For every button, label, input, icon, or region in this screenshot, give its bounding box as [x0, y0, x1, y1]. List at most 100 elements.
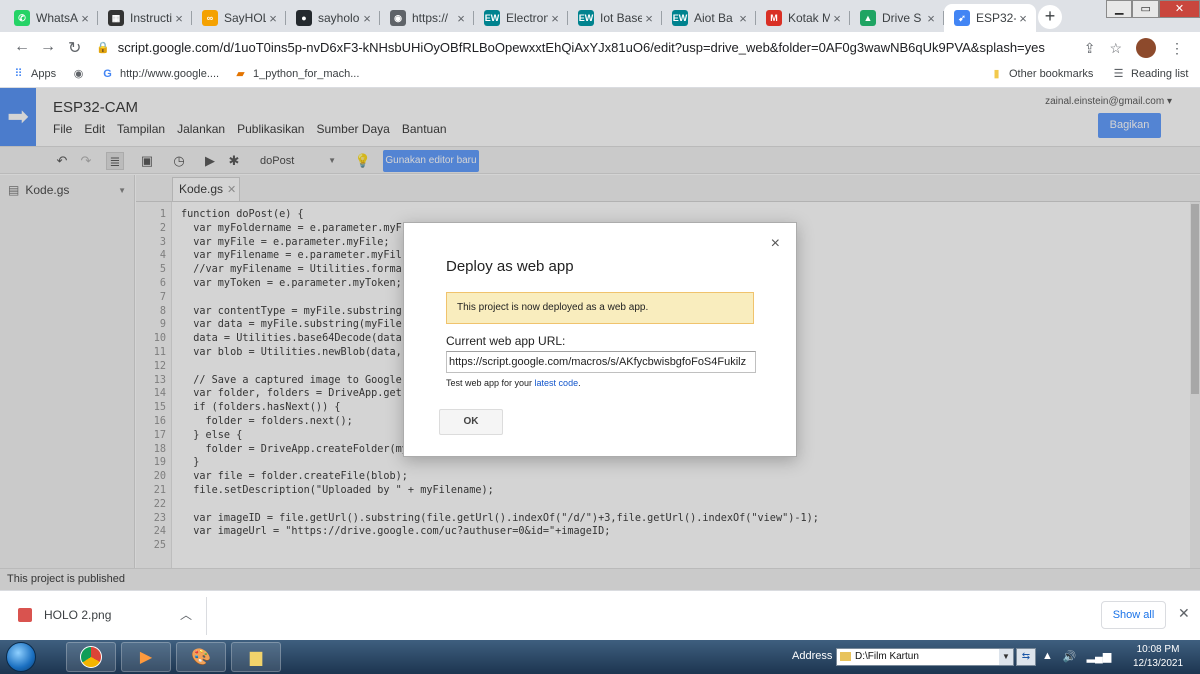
network-icon[interactable]: ▂▄▆ — [1087, 650, 1112, 663]
system-clock[interactable]: 10:08 PM 12/13/2021 — [1128, 643, 1188, 671]
browser-tab[interactable]: ✆ WhatsA × — [4, 4, 98, 32]
tab-title: Instructi — [130, 11, 172, 25]
new-tab-button[interactable]: + — [1038, 5, 1062, 29]
tab-close-icon[interactable]: × — [1016, 11, 1030, 26]
bookmark-python[interactable]: ▰ 1_python_for_mach... — [234, 67, 359, 81]
tab-close-icon[interactable]: × — [172, 11, 186, 26]
paint-taskbar-icon[interactable]: 🎨 — [176, 642, 226, 672]
bookmark-globe[interactable]: ◉ — [72, 67, 91, 80]
bookmark-folder-icon: ▰ — [236, 68, 245, 80]
browser-tab[interactable]: M Kotak M × — [756, 4, 850, 32]
address-toolbar-label: Address — [792, 650, 833, 662]
reading-list-icon: ☰ — [1113, 68, 1124, 80]
help-suffix: . — [578, 378, 581, 388]
apps-script-icon: ➹ — [954, 10, 970, 26]
tab-title: Drive S — [882, 11, 922, 25]
tab-close-icon[interactable]: × — [78, 11, 92, 26]
gmail-icon: M — [766, 10, 782, 26]
browser-tab[interactable]: ● sayholo × — [286, 4, 380, 32]
tray-expand-icon[interactable]: ▲ — [1042, 650, 1053, 663]
back-icon[interactable]: ← — [14, 38, 30, 56]
browser-tab[interactable]: ▦ Instructi × — [98, 4, 192, 32]
bookmark-label: Other bookmarks — [1009, 67, 1094, 80]
tab-title: Kotak M — [788, 11, 830, 25]
ew-icon: EW — [484, 10, 500, 26]
download-item[interactable]: HOLO 2.png — [18, 608, 111, 622]
download-bar: HOLO 2.png ︿ Show all ✕ — [0, 590, 1200, 640]
ew-icon: EW — [672, 10, 688, 26]
volume-icon[interactable]: 🔊 — [1063, 650, 1077, 663]
browser-tab[interactable]: ▲ Drive S × — [850, 4, 944, 32]
address-toolbar-field[interactable]: D:\Film Kartun ▼ — [836, 648, 1014, 666]
web-app-url-field[interactable]: https://script.google.com/macros/s/AKfyc… — [446, 351, 756, 373]
tab-close-icon[interactable]: × — [830, 11, 844, 26]
clock-time: 10:08 PM — [1136, 644, 1180, 655]
latest-code-link[interactable]: latest code — [535, 378, 579, 388]
reading-list[interactable]: ☰ Reading list — [1112, 67, 1189, 81]
browser-tab[interactable]: ◉ https:// × — [380, 4, 474, 32]
tab-title: Electron — [506, 11, 548, 25]
bookmark-label: Apps — [31, 67, 57, 80]
explorer-taskbar-icon[interactable]: ▆ — [231, 642, 281, 672]
browser-tab[interactable]: ∞ SayHOL × — [192, 4, 286, 32]
url-label: Current web app URL: — [446, 334, 566, 348]
tab-close-icon[interactable]: × — [736, 11, 750, 26]
chevron-down-icon[interactable]: ▼ — [999, 649, 1013, 665]
browser-toolbar: ← → ↻ 🔒 script.google.com/d/1uoT0ins5p-n… — [0, 32, 1200, 62]
reload-icon[interactable]: ↻ — [68, 38, 81, 58]
other-bookmarks[interactable]: ▮ Other bookmarks — [990, 67, 1094, 81]
maximize-button[interactable]: ▭ — [1132, 0, 1159, 18]
divider — [206, 597, 207, 635]
folder-icon: ▆ — [249, 649, 263, 666]
address-toolbar-value: D:\Film Kartun — [855, 651, 919, 662]
tab-close-icon[interactable]: × — [454, 11, 468, 26]
tab-title: Iot Base — [600, 11, 642, 25]
paint-icon: 🎨 — [191, 649, 211, 666]
bookmarks-bar: ⠿ Apps ◉ G http://www.google.... ▰ 1_pyt… — [0, 62, 1200, 88]
browser-tab[interactable]: EW Aiot Ba × — [662, 4, 756, 32]
image-file-icon — [18, 608, 32, 622]
address-bar[interactable]: 🔒 script.google.com/d/1uoT0ins5p-nvD6xF3… — [96, 34, 1096, 60]
browser-tab[interactable]: EW Electron × — [474, 4, 568, 32]
go-button[interactable]: ⇆ — [1016, 648, 1036, 666]
bookmark-star-icon[interactable]: ☆ — [1109, 40, 1122, 57]
globe-icon: ◉ — [390, 10, 406, 26]
close-icon[interactable]: × — [771, 235, 780, 253]
tab-close-icon[interactable]: × — [642, 11, 656, 26]
chrome-taskbar-icon[interactable] — [66, 642, 116, 672]
tab-close-icon[interactable]: × — [360, 11, 374, 26]
bookmark-label: http://www.google.... — [120, 67, 220, 80]
bookmark-google[interactable]: G http://www.google.... — [101, 67, 219, 80]
apps-grid-icon: ⠿ — [14, 68, 23, 80]
tab-close-icon[interactable]: × — [266, 11, 280, 26]
share-page-icon[interactable]: ⇪ — [1084, 40, 1096, 57]
forward-icon[interactable]: → — [40, 38, 56, 56]
help-prefix: Test web app for your — [446, 378, 535, 388]
show-all-button[interactable]: Show all — [1101, 601, 1166, 629]
minimize-button[interactable]: ▁ — [1106, 0, 1133, 18]
bookmark-label: Reading list — [1131, 67, 1189, 80]
profile-avatar[interactable] — [1136, 38, 1156, 58]
browser-tab[interactable]: ➹ ESP32- × — [944, 4, 1036, 32]
tab-close-icon[interactable]: × — [548, 11, 562, 26]
menu-dots-icon[interactable]: ⋮ — [1170, 40, 1184, 57]
bookmark-apps[interactable]: ⠿ Apps — [12, 67, 57, 81]
close-icon[interactable]: ✕ — [1178, 605, 1190, 622]
tab-title: sayholo — [318, 11, 360, 25]
folder-icon — [840, 652, 851, 661]
test-help-text: Test web app for your latest code. — [446, 378, 581, 388]
ok-button[interactable]: OK — [439, 409, 503, 435]
deploy-notice: This project is now deployed as a web ap… — [446, 292, 754, 324]
omnibox-actions: ⇪ ☆ ⋮ — [1084, 38, 1184, 58]
chrome-icon — [80, 646, 102, 668]
chevron-up-icon[interactable]: ︿ — [180, 606, 192, 623]
tab-close-icon[interactable]: × — [924, 11, 938, 26]
browser-tab[interactable]: EW Iot Base × — [568, 4, 662, 32]
window-close-button[interactable]: ✕ — [1158, 0, 1200, 18]
address-url[interactable]: script.google.com/d/1uoT0ins5p-nvD6xF3-k… — [118, 40, 1045, 55]
codepen-icon: ∞ — [202, 10, 218, 26]
globe-icon: ◉ — [73, 68, 84, 80]
tab-title: WhatsA — [36, 11, 78, 25]
start-button[interactable] — [6, 642, 36, 672]
media-player-taskbar-icon[interactable]: ▶ — [121, 642, 171, 672]
